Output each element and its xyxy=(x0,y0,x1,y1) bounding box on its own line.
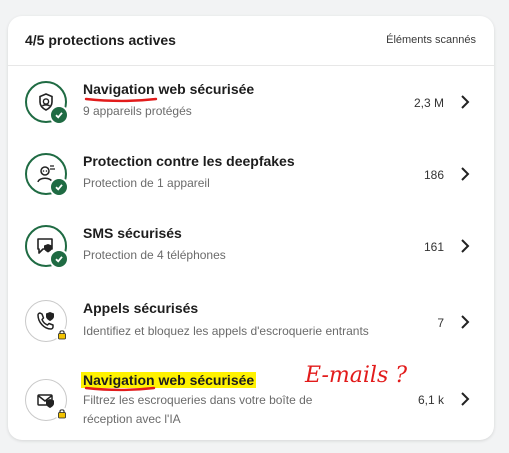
underline-mark xyxy=(84,386,156,392)
handwritten-emails-text: E-mails ? xyxy=(304,363,407,388)
handwritten-annotation-overlay: E-mails ? xyxy=(84,97,407,392)
underline-mark xyxy=(84,97,158,103)
